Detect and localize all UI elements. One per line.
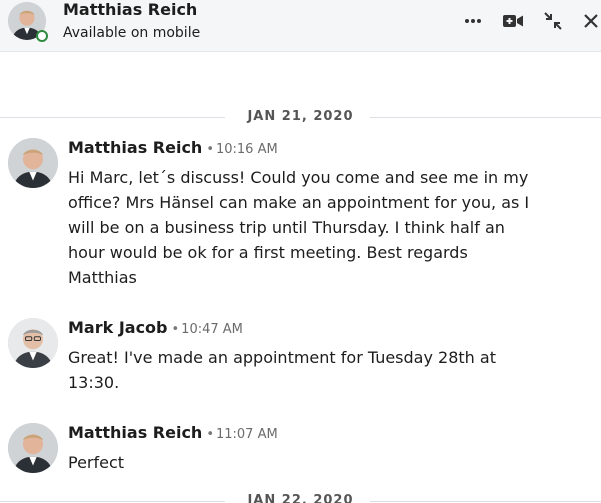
date-divider: JAN 21, 2020 [0,107,601,127]
divider-line [370,117,601,118]
close-icon[interactable] [581,10,601,32]
message-text: Perfect [68,453,125,472]
video-call-icon[interactable] [502,10,524,32]
separator-dot: • [171,322,180,337]
sender-avatar[interactable] [8,318,58,368]
chat-window: Matthias Reich Available on mobile JAN 2… [0,0,601,503]
contact-name[interactable]: Matthias Reich [63,0,197,20]
divider-line [370,501,601,502]
sender-name[interactable]: Matthias Reich [68,423,202,442]
separator-dot: • [206,427,214,442]
message-time: 10:47 AM [181,322,243,337]
chat-header: Matthias Reich Available on mobile [0,0,601,52]
separator-dot: • [206,142,214,157]
message-header: Mark Jacob • 10:47 AM [68,318,243,340]
message-header: Matthias Reich • 11:07 AM [68,423,278,445]
sender-name[interactable]: Mark Jacob [68,318,168,337]
message-time: 11:07 AM [215,427,278,442]
sender-name[interactable]: Matthias Reich [68,138,202,157]
message-time: 10:16 AM [215,142,278,157]
message-header: Matthias Reich • 10:16 AM [68,138,278,160]
contact-status: Available on mobile [63,25,201,41]
presence-mobile-icon [36,30,48,42]
more-options-icon[interactable] [462,10,484,32]
date-divider: JAN 22, 2020 [0,491,601,503]
message-text: Hi Marc, let´s discuss! Could you come a… [68,168,530,287]
minimize-icon[interactable] [541,10,565,32]
message-text: Great! I've made an appointment for Tues… [68,348,496,392]
sender-avatar[interactable] [8,138,58,188]
sender-avatar[interactable] [8,423,58,473]
